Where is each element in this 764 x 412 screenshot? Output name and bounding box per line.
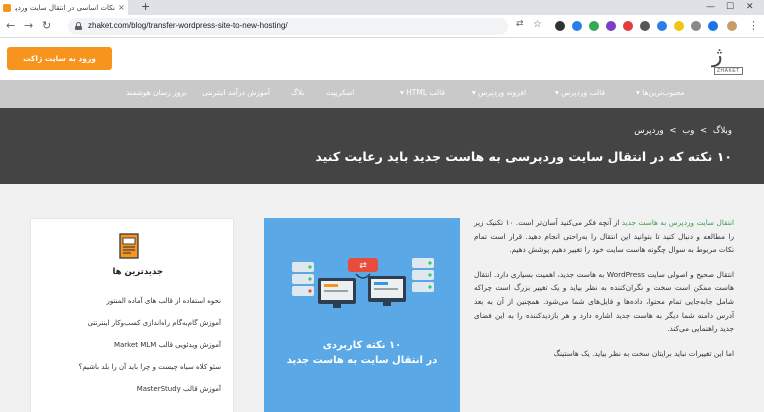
page-title: ۱۰ نکته که در انتقال سایت وردپرسی به هاس…	[315, 149, 732, 164]
new-tab-button[interactable]: +	[141, 0, 150, 14]
extension-icon[interactable]	[708, 21, 718, 31]
address-bar[interactable]: zhaket.com/blog/transfer-wordpress-site-…	[68, 18, 508, 35]
extension-icon[interactable]	[657, 21, 667, 31]
menu-icon[interactable]: ⋮	[748, 19, 759, 32]
monitor-icon	[368, 276, 406, 306]
logo-glyph: ژ	[712, 43, 723, 68]
nav-item-wordpress-plugins[interactable]: افزونه وردپرس ▾	[472, 88, 526, 97]
article-paragraph: انتقال صحیح و اصولی سایت WordPress به ها…	[474, 269, 735, 334]
sidebar-title: جدیدترین ها	[112, 267, 163, 277]
extension-icon[interactable]	[623, 21, 633, 31]
nav-item-html-templates[interactable]: قالب HTML ▾	[400, 88, 445, 97]
address-toolbar: ← → ↻ zhaket.com/blog/transfer-wordpress…	[0, 15, 764, 38]
extension-icon[interactable]	[589, 21, 599, 31]
maximize-button[interactable]: ☐	[726, 2, 734, 12]
nav-item-blog[interactable]: بلاگ	[291, 88, 304, 97]
hero-caption: ۱۰ نکته کاربردی در انتقال سایت به هاست ج…	[264, 338, 460, 369]
list-item[interactable]: آموزش قالب MasterStudy	[41, 383, 221, 396]
main-nav: محبوب‌ترین‌ها ▾ قالب وردپرس ▾ افزونه ورد…	[0, 80, 764, 108]
latest-posts-list: نحوه استفاده از قالب های آماده المنتور آ…	[41, 295, 221, 405]
list-item[interactable]: نحوه استفاده از قالب های آماده المنتور	[41, 295, 221, 308]
tab-close-icon[interactable]: ×	[118, 3, 125, 12]
article-paragraph: اما این تغییرات نباید برایتان سخت به نظر…	[553, 348, 734, 358]
tab-title: نکات اساسی در انتقال سایت وردپرسی | ژاک.…	[15, 3, 115, 12]
featured-image: ⇄ ۱۰ نکته کاربردی در انتقال سایت به هاست…	[264, 218, 460, 412]
star-icon[interactable]: ☆	[533, 19, 542, 30]
profile-avatar-icon[interactable]	[727, 21, 737, 31]
latest-posts-sidebar: جدیدترین ها نحوه استفاده از قالب های آما…	[30, 218, 234, 412]
extension-icon[interactable]	[572, 21, 582, 31]
tab-strip: نکات اساسی در انتقال سایت وردپرسی | ژاک.…	[0, 0, 764, 15]
server-icon	[412, 258, 434, 292]
hero-line-2: در انتقال سایت به هاست جدید	[286, 355, 438, 366]
extension-icon[interactable]	[606, 21, 616, 31]
breadcrumb-wordpress[interactable]: وردپرس	[634, 126, 663, 136]
article-body: انتقال سایت وردپرس به هاست جدید از آنچه …	[474, 216, 734, 412]
back-arrow-icon[interactable]: ←	[6, 19, 15, 32]
site-logo[interactable]: ژ ZHAKET	[708, 43, 756, 75]
browser-window: نکات اساسی در انتقال سایت وردپرسی | ژاک.…	[0, 0, 764, 412]
list-item[interactable]: آموزش گام‌به‌گام راه‌اندازی کسب‌وکار این…	[41, 317, 221, 330]
breadcrumb: وبلاگ > وب > وردپرس	[634, 126, 732, 136]
nav-item-wordpress-themes[interactable]: قالب وردپرس ▾	[555, 88, 605, 97]
reload-icon[interactable]: ↻	[42, 19, 51, 32]
forward-arrow-icon[interactable]: →	[24, 19, 33, 32]
extension-icon[interactable]	[674, 21, 684, 31]
breadcrumb-separator: >	[700, 126, 708, 136]
breadcrumb-blog[interactable]: وبلاگ	[713, 126, 732, 136]
extension-icon[interactable]	[555, 21, 565, 31]
list-item[interactable]: آموزش ویدئویی قالب Market MLM	[41, 339, 221, 352]
close-window-button[interactable]: ✕	[746, 2, 754, 12]
login-button[interactable]: ورود به سایت ژاکت	[7, 47, 112, 70]
minimize-button[interactable]: —	[706, 2, 715, 12]
article-paragraph: انتقال سایت وردپرس به هاست جدید از آنچه …	[474, 216, 734, 257]
extension-icon[interactable]	[640, 21, 650, 31]
list-item[interactable]: سئو کلاه سیاه چیست و چرا باید آن را بلد …	[41, 361, 221, 374]
breadcrumb-separator: >	[669, 126, 677, 136]
translate-icon[interactable]: ⇄	[516, 19, 524, 29]
browser-tab[interactable]: نکات اساسی در انتقال سایت وردپرسی | ژاک.…	[0, 0, 128, 15]
hero-line-1: ۱۰ نکته کاربردی	[322, 340, 402, 351]
svg-text:⇄: ⇄	[359, 261, 367, 271]
article-link[interactable]: انتقال سایت وردپرس به هاست جدید	[622, 218, 734, 227]
monitor-icon	[318, 278, 356, 308]
nav-item-popular[interactable]: محبوب‌ترین‌ها ▾	[636, 88, 684, 97]
server-icon	[292, 262, 314, 296]
newspaper-icon	[119, 233, 139, 259]
lock-icon[interactable]	[75, 22, 82, 30]
extension-icon[interactable]	[691, 21, 701, 31]
title-band: وبلاگ > وب > وردپرس ۱۰ نکته که در انتقال…	[0, 108, 764, 184]
nav-item-smart-updater[interactable]: بروز رسان هوشمند	[126, 88, 187, 97]
nav-item-income[interactable]: آموزش درآمد اینترنتی	[202, 88, 270, 97]
site-header: ورود به سایت ژاکت ژ ZHAKET	[0, 38, 764, 80]
breadcrumb-web[interactable]: وب	[682, 126, 694, 136]
favicon-icon	[3, 3, 11, 12]
nav-item-scripts[interactable]: اسکریپت	[326, 88, 354, 97]
hosting-illustration: ⇄	[292, 258, 434, 308]
logo-sub: ZHAKET	[714, 67, 743, 75]
url-text: zhaket.com/blog/transfer-wordpress-site-…	[88, 21, 288, 30]
